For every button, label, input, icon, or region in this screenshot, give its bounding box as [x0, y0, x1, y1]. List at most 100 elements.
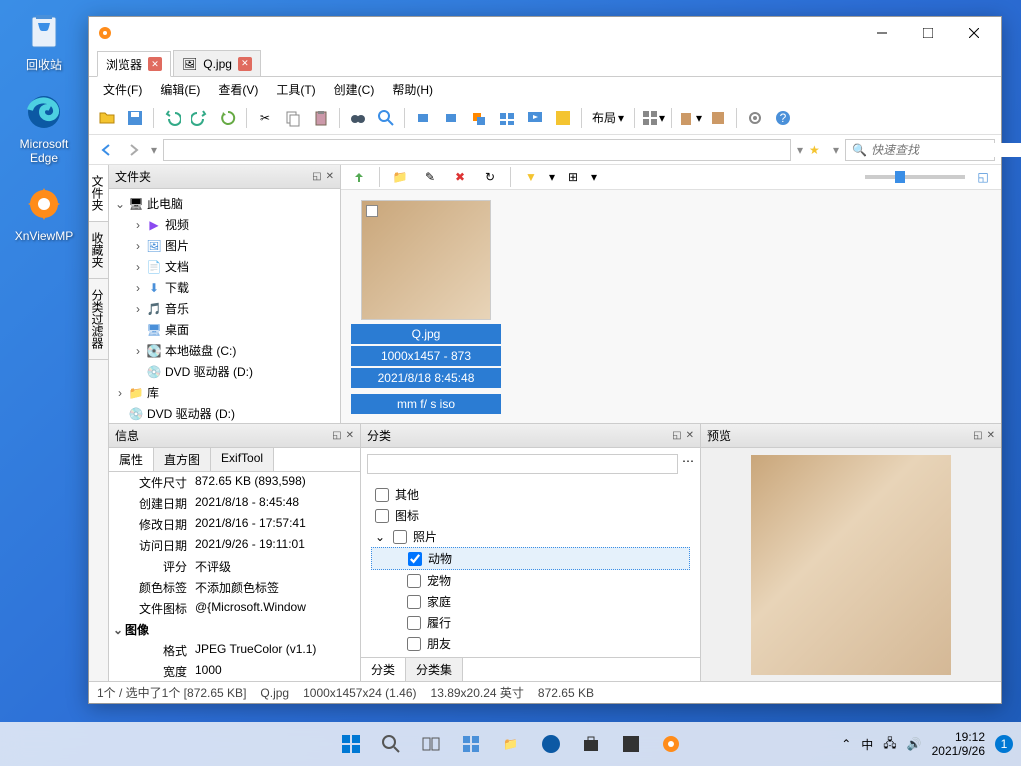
cat-travel[interactable]: 履行	[371, 612, 690, 633]
tree-pictures[interactable]: ›🖼图片	[113, 235, 336, 256]
tab-histogram[interactable]: 直方图	[154, 448, 211, 471]
zoom-icon[interactable]	[374, 106, 398, 130]
tree-videos[interactable]: ›▶视频	[113, 214, 336, 235]
copy-icon[interactable]	[281, 106, 305, 130]
category-search[interactable]	[367, 454, 678, 474]
convert-icon[interactable]	[467, 106, 491, 130]
redo-icon[interactable]	[188, 106, 212, 130]
menu-edit[interactable]: 编辑(E)	[152, 78, 208, 101]
desktop-edge[interactable]: Microsoft Edge	[12, 91, 76, 165]
network-icon[interactable]: 🖧	[883, 734, 896, 755]
desktop-xnviewmp[interactable]: XnViewMP	[12, 183, 76, 243]
float-icon[interactable]: ◱	[332, 430, 341, 441]
tree-desktop[interactable]: 🖥桌面	[113, 319, 336, 340]
cat-other[interactable]: 其他	[371, 484, 690, 505]
maximize-button[interactable]	[905, 18, 951, 48]
up-icon[interactable]	[347, 165, 371, 189]
refresh-icon[interactable]	[216, 106, 240, 130]
tree-documents[interactable]: ›📄文档	[113, 256, 336, 277]
tree-downloads[interactable]: ›⬇下载	[113, 277, 336, 298]
settings-icon[interactable]	[743, 106, 767, 130]
close-icon[interactable]: ✕	[326, 171, 334, 182]
tab-category-set[interactable]: 分类集	[406, 658, 463, 681]
widgets-button[interactable]	[454, 727, 488, 761]
cat-icons[interactable]: 图标	[371, 505, 690, 526]
thumbnail-item[interactable]: Q.jpg 1000x1457 - 873 2021/8/18 8:45:48 …	[351, 200, 501, 414]
rotate-right-icon[interactable]	[439, 106, 463, 130]
undo-icon[interactable]	[160, 106, 184, 130]
tray-chevron[interactable]: ⌃	[841, 737, 851, 751]
vtab-filter[interactable]: 分类过滤器	[89, 279, 108, 360]
start-button[interactable]	[334, 727, 368, 761]
favorite-star-icon[interactable]: ★	[809, 143, 827, 157]
rotate-icon[interactable]: ↻	[478, 165, 502, 189]
chevron-down-icon[interactable]: ▾	[797, 143, 803, 157]
volume-icon[interactable]: 🔊	[907, 737, 922, 751]
menu-tools[interactable]: 工具(T)	[268, 78, 323, 101]
float-icon[interactable]: ◱	[672, 430, 681, 441]
delete-icon[interactable]: ✖	[448, 165, 472, 189]
vtab-folders[interactable]: 文件夹	[89, 165, 108, 222]
edge-icon[interactable]	[534, 727, 568, 761]
close-button[interactable]	[951, 18, 997, 48]
tree-this-pc[interactable]: ⌄🖥此电脑	[113, 193, 336, 214]
tree-dvd-d[interactable]: 💿DVD 驱动器 (D:)	[113, 361, 336, 382]
paste-icon[interactable]	[309, 106, 333, 130]
tab-category[interactable]: 分类	[361, 658, 406, 681]
close-icon[interactable]: ✕	[987, 430, 995, 441]
save-icon[interactable]	[123, 106, 147, 130]
float-icon[interactable]: ◱	[312, 171, 321, 182]
search-input[interactable]	[871, 143, 1021, 157]
cut-icon[interactable]: ✂	[253, 106, 277, 130]
tree-libraries[interactable]: ›📁库	[113, 382, 336, 403]
new-folder-icon[interactable]: 📁	[388, 165, 412, 189]
view-icon[interactable]: ◱	[971, 165, 995, 189]
search-button[interactable]	[374, 727, 408, 761]
desktop-recycle-bin[interactable]: 回收站	[12, 10, 76, 73]
thumbnail-checkbox[interactable]	[366, 205, 378, 217]
sort-icon[interactable]: ⊞	[561, 165, 585, 189]
thumbnail-size-slider[interactable]	[865, 175, 965, 179]
fullscreen-icon[interactable]	[551, 106, 575, 130]
search-box[interactable]: 🔍	[845, 139, 995, 161]
rotate-left-icon[interactable]	[411, 106, 435, 130]
rename-icon[interactable]: ✎	[418, 165, 442, 189]
tab-properties[interactable]: 属性	[109, 448, 154, 471]
close-icon[interactable]: ✕	[346, 430, 354, 441]
ime-indicator[interactable]: 中	[861, 736, 873, 753]
explorer-icon[interactable]: 📁	[494, 727, 528, 761]
menu-view[interactable]: 查看(V)	[210, 78, 266, 101]
cat-photos[interactable]: ⌄照片	[371, 526, 690, 547]
tree-music[interactable]: ›🎵音乐	[113, 298, 336, 319]
close-icon[interactable]: ✕	[686, 430, 694, 441]
nav-forward[interactable]	[123, 139, 145, 161]
more-icon[interactable]: ⋯	[682, 454, 694, 474]
address-combo[interactable]	[163, 139, 791, 161]
clock[interactable]: 19:12 2021/9/26	[932, 730, 985, 759]
float-icon[interactable]: ◱	[973, 430, 982, 441]
app-icon[interactable]	[614, 727, 648, 761]
xnview-taskbar-icon[interactable]	[654, 727, 688, 761]
tree-dvd-d2[interactable]: 💿DVD 驱动器 (D:)	[113, 403, 336, 423]
task-view-button[interactable]	[414, 727, 448, 761]
cat-family[interactable]: 家庭	[371, 591, 690, 612]
cat-pets[interactable]: 宠物	[371, 570, 690, 591]
batch-icon[interactable]	[495, 106, 519, 130]
notification-icon[interactable]: 1	[995, 735, 1013, 753]
tag-icon[interactable]: ▾	[678, 106, 702, 130]
chevron-down-icon[interactable]: ▾	[833, 143, 839, 157]
tab-browser[interactable]: 浏览器 ✕	[97, 51, 171, 77]
menu-create[interactable]: 创建(C)	[326, 78, 383, 101]
help-icon[interactable]: ?	[771, 106, 795, 130]
nav-back[interactable]	[95, 139, 117, 161]
filter-icon[interactable]: ▼	[519, 165, 543, 189]
layout-dropdown[interactable]: 布局 ▾	[588, 107, 628, 128]
menu-help[interactable]: 帮助(H)	[384, 78, 441, 101]
close-icon[interactable]: ✕	[238, 57, 252, 71]
cat-friends[interactable]: 朋友	[371, 633, 690, 654]
chevron-down-icon[interactable]: ▾	[151, 143, 157, 157]
bookmark-icon[interactable]	[706, 106, 730, 130]
slideshow-icon[interactable]	[523, 106, 547, 130]
vtab-favorites[interactable]: 收藏夹	[89, 222, 108, 279]
binoculars-icon[interactable]	[346, 106, 370, 130]
